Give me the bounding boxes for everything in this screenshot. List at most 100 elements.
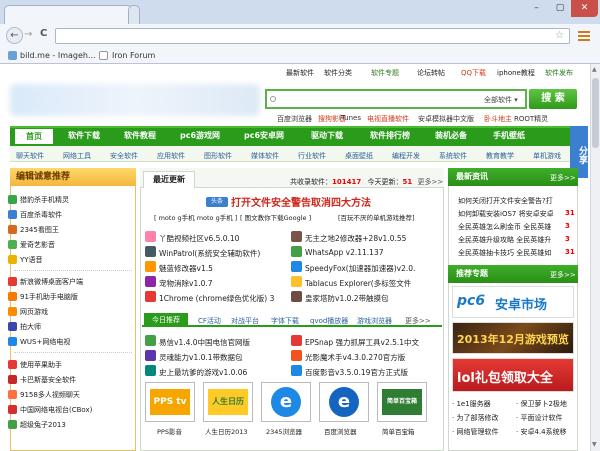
search-button[interactable]: 搜 索 [529, 89, 577, 109]
minimize-icon[interactable]: – [524, 0, 549, 17]
list-item[interactable]: WUS+网络电视 [20, 337, 70, 347]
tab-latest-updates[interactable]: 最近更新 [143, 171, 195, 188]
news-item[interactable]: 全民英雄抽卡技巧 全民英雄如 [458, 248, 551, 258]
promo-link[interactable]: · 安卓4.4系统移 [516, 427, 567, 437]
list-item[interactable]: YY语音 [20, 255, 43, 265]
sub-nav-link[interactable]: 聊天软件 [16, 151, 44, 161]
list-item[interactable]: 使用苹果助手 [20, 360, 62, 370]
sub-nav-link[interactable]: 桌面壁纸 [345, 151, 373, 161]
list-item[interactable]: 2345看图王 [20, 225, 59, 235]
promo-link[interactable]: · 为了部落修改 [452, 413, 498, 423]
list-item[interactable]: 中国网络电视台(CBox) [20, 405, 92, 415]
software-link[interactable]: 史上最坑爹的游戏v1.0.06 [159, 367, 247, 378]
news-item[interactable]: 如何卸载安装iOS7 将安卓安卓 [458, 209, 554, 219]
browser-tab[interactable] [4, 5, 132, 24]
top-link[interactable]: 软件发布 [545, 68, 573, 78]
back-icon[interactable]: ← [6, 27, 23, 44]
nav-tab-home[interactable]: 首页 [14, 128, 54, 144]
software-link[interactable]: WinPatrol(系统安全辅助软件) [159, 248, 260, 259]
hot-search-link[interactable]: 百度浏览器 [277, 114, 312, 124]
sub-nav-link[interactable]: 媒体软件 [251, 151, 279, 161]
thumbnail-pps[interactable]: PPS tv [145, 382, 195, 422]
nav-tab[interactable]: pc6安卓网 [233, 128, 295, 144]
more-link[interactable]: 更多>> [405, 316, 431, 326]
nav-tab[interactable]: 驱动下载 [297, 128, 357, 144]
search-category-select[interactable]: 全部软件 ▾ [484, 95, 518, 105]
news-item[interactable]: 全民英雄升级攻略 全民英雄升 [458, 235, 551, 245]
sub-nav-link[interactable]: 行业软件 [298, 151, 326, 161]
hot-search-link[interactable]: 卧斗地主 [484, 114, 512, 124]
sub-nav-link[interactable]: 编程开发 [392, 151, 420, 161]
news-item[interactable]: 如何关闭打开文件安全警告?打 [458, 196, 553, 206]
top-link[interactable]: 论坛转帖 [417, 68, 445, 78]
sub-tab[interactable]: CF活动 [198, 316, 221, 326]
sub-nav-link[interactable]: 网络工具 [63, 151, 91, 161]
top-link[interactable]: 最新软件 [286, 68, 314, 78]
promo-link[interactable]: · 保卫萝卜2极地 [516, 399, 567, 409]
banner-lol-gift[interactable]: lol礼包领取大全 [452, 358, 574, 392]
nav-tab[interactable]: 装机必备 [423, 128, 479, 144]
scrollbar-thumb[interactable] [592, 78, 599, 148]
sub-headline-link[interactable]: [百玩不厌的单机游戏推荐] [338, 212, 415, 222]
software-link[interactable]: 1Chrome (chrome绿色优化版) 3 [159, 293, 274, 304]
software-link[interactable]: 灵魂能力v1.0.1带数据包 [159, 352, 243, 363]
sub-nav-link[interactable]: 应用软件 [157, 151, 185, 161]
list-item[interactable]: 91手机助手电脑版 [20, 292, 78, 302]
thumbnail-toolbox[interactable]: 简单百宝箱 [377, 382, 427, 422]
nav-tab[interactable]: pc6游戏网 [169, 128, 231, 144]
promo-more-link[interactable]: 更多>> [550, 270, 576, 280]
sub-headline-link[interactable]: [ moto g手机 moto g手机 ] [154, 212, 237, 222]
list-item[interactable]: 超级兔子2013 [20, 420, 66, 430]
top-link[interactable]: iphone教程 [497, 68, 535, 78]
news-more-link[interactable]: 更多>> [550, 173, 576, 183]
list-item[interactable]: 百度杀毒软件 [20, 210, 62, 220]
software-link[interactable]: Tablacus Explorer(多标签文件 [305, 278, 411, 289]
news-item[interactable]: 全民英雄怎么刷金币 全民英雄 [458, 222, 551, 232]
software-link[interactable]: 丫酷视频社区v6.5.0.10 [159, 233, 239, 244]
list-item[interactable]: 猎豹杀手机精灵 [20, 195, 69, 205]
software-link[interactable]: SpeedyFox(加速器加速器)v2.0. [305, 263, 415, 274]
sub-tab-active[interactable]: 今日推荐 [144, 313, 188, 327]
thumbnail-caption[interactable]: 人生日历2013 [205, 426, 248, 436]
thumbnail-caption[interactable]: 百度浏览器 [324, 426, 357, 436]
nav-tab[interactable]: 手机壁纸 [481, 128, 537, 144]
address-bar[interactable] [55, 28, 570, 44]
software-link[interactable]: 无主之地2修改器+28v1.0.55 [305, 233, 406, 244]
sub-tab[interactable]: qvod播放器 [310, 316, 348, 326]
thumbnail-caption[interactable]: PPS影音 [157, 426, 182, 436]
bookmark-item[interactable]: Iron Forum [112, 51, 155, 60]
software-link[interactable]: 宠物消除v1.0.7 [159, 278, 213, 289]
top-link[interactable]: 软件分类 [324, 68, 352, 78]
nav-tab[interactable]: 软件教程 [113, 128, 167, 144]
promo-link[interactable]: · 平面设计软件 [516, 413, 562, 423]
software-link[interactable]: EPSnap 强力抓屏工具v2.5.1中文 [305, 337, 419, 348]
scroll-down-icon[interactable]: ▼ [592, 441, 599, 448]
thumbnail-calendar[interactable]: 人生日历 [203, 382, 253, 422]
vertical-scrollbar[interactable]: ▲ ▼ [590, 64, 600, 451]
list-item[interactable]: 9158多人视频聊天 [20, 390, 80, 400]
software-link[interactable]: WhatsApp v2.11.137 [305, 248, 384, 257]
software-link[interactable]: 百度影音v3.5.0.19官方正式版 [305, 367, 408, 378]
promo-link[interactable]: · 1e1服务器 [452, 399, 491, 409]
sub-nav-link[interactable]: 教育教学 [486, 151, 514, 161]
list-item[interactable]: 卡巴斯基安全软件 [20, 375, 76, 385]
star-icon[interactable]: ☆ [555, 31, 565, 41]
sub-nav-link[interactable]: 单机游戏 [533, 151, 561, 161]
list-item[interactable]: 网页游戏 [20, 307, 48, 317]
nav-tab[interactable]: 软件下载 [57, 128, 111, 144]
banner-android-market[interactable]: pc6 安卓市场 [452, 286, 574, 318]
thumbnail-baidu-browser[interactable]: e [319, 382, 369, 422]
reload-icon[interactable]: C [40, 28, 52, 39]
hot-search-link[interactable]: ROOT精灵 [514, 114, 548, 124]
sub-tab[interactable]: 对战平台 [231, 316, 259, 326]
list-item[interactable]: 新浪微博桌面客户端 [20, 277, 83, 287]
list-item[interactable]: 拍大师 [20, 322, 41, 332]
software-link[interactable]: 皇家塔防v1.0.2带触摸包 [305, 293, 389, 304]
bookmark-item[interactable]: bild.me - Imageh... [20, 51, 96, 60]
forward-icon[interactable]: → [24, 29, 36, 40]
software-link[interactable]: 光影魔术手v4.3.0.270官方版 [305, 352, 405, 363]
sub-headline-link[interactable]: [ 图文教你下载Google ] [240, 212, 311, 222]
maximize-icon[interactable]: ▢ [549, 0, 571, 17]
sub-nav-link[interactable]: 系统软件 [439, 151, 467, 161]
headline-link[interactable]: 打开文件安全警告取消四大方法 [231, 194, 371, 209]
